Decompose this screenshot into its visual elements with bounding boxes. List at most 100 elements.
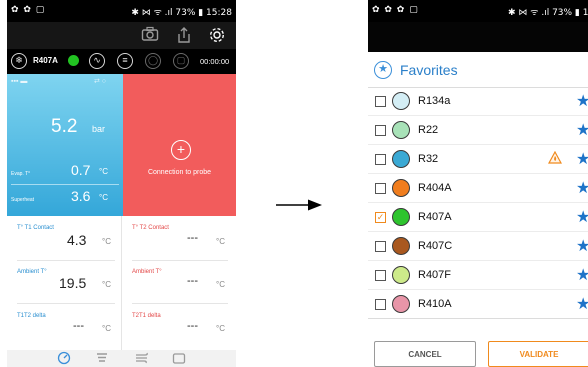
link-icon: ⇄ ○ (94, 78, 107, 85)
favorite-star-icon[interactable]: ★ (576, 236, 588, 256)
refrigerant-row[interactable]: ✓ R407A ★ (368, 203, 588, 232)
pressure-panel[interactable]: ▪▪▪ ▬ ⇄ ○ 5.2 bar Evap. T° 0.7 °C Superh… (7, 74, 123, 216)
refrigerant-color-swatch (392, 295, 410, 313)
refrigerant-name: R410A (418, 298, 452, 310)
right-arrow-icon (276, 199, 322, 211)
status-left-icons: ✿ ✿ ▢ (11, 5, 46, 15)
ambient-right-label: Ambient T° (132, 269, 162, 275)
panel-divider (11, 184, 119, 185)
refrigerant-checkbox[interactable] (375, 125, 386, 136)
status-right-text: ✱ ⋈ ᯤ .ıl 73% ▮ 15:28 (131, 8, 232, 18)
refrigerant-checkbox[interactable] (375, 299, 386, 310)
ring-icon[interactable]: ◯ (145, 53, 161, 69)
refrigerant-color-swatch (392, 237, 410, 255)
superheat-value: 3.6 (71, 188, 91, 204)
row-divider (17, 260, 115, 261)
settings-icon[interactable] (207, 25, 225, 50)
evap-unit: °C (99, 167, 108, 176)
status-bar: ✿ ✿ ✿ ▢ ✱ ⋈ ᯤ .ıl 73% ▮ 16:0 (368, 0, 588, 22)
t1t2-delta-label: T1T2 delta (17, 313, 46, 319)
t2t1-delta-value: --- (187, 320, 198, 332)
superheat-unit: °C (99, 193, 108, 202)
t2-contact-value: --- (187, 232, 198, 244)
t2t1-delta-unit: °C (216, 324, 225, 333)
refrigerant-color-swatch (392, 266, 410, 284)
superheat-label: Superheat (11, 197, 35, 203)
refrigerant-name[interactable]: R407A (33, 56, 58, 65)
wave-icon[interactable]: ∿ (89, 53, 105, 69)
refrigerant-name: R32 (418, 153, 439, 165)
layers-icon[interactable] (95, 351, 109, 367)
favorite-star-icon[interactable]: ★ (576, 207, 588, 227)
refrigerant-name: R404A (418, 182, 452, 194)
readings-area: T° T1 Contact 4.3 °C T° T2 Contact --- °… (7, 216, 236, 350)
ambient-right-value: --- (187, 275, 198, 287)
favorite-star-icon[interactable]: ★ (576, 178, 588, 198)
refrigerant-checkbox[interactable] (375, 270, 386, 281)
status-left-icons: ✿ ✿ ✿ ▢ (372, 5, 419, 15)
t1-contact-value: 4.3 (67, 232, 87, 248)
favorite-star-icon[interactable]: ★ (576, 265, 588, 285)
refrigerant-color-swatch (392, 121, 410, 139)
favorites-star-icon: ★ (374, 61, 392, 79)
refrigerant-row[interactable]: R32 ★ (368, 145, 588, 174)
refrigerant-name: R407F (418, 269, 452, 281)
refrigerant-row[interactable]: R407F ★ (368, 261, 588, 290)
evap-label: Evap. T° (11, 171, 31, 177)
refrigerant-color-swatch (392, 208, 410, 226)
refrigerant-checkbox[interactable] (375, 183, 386, 194)
status-bar: ✿ ✿ ▢ ✱ ⋈ ᯤ .ıl 73% ▮ 15:28 (7, 0, 236, 22)
refrigerant-name: R407C (418, 240, 453, 252)
ambient-right-unit: °C (216, 280, 225, 289)
t2-contact-label: T° T2 Contact (132, 225, 169, 231)
status-right-text: ✱ ⋈ ᯤ .ıl 73% ▮ 16:0 (508, 8, 588, 18)
favorite-star-icon[interactable]: ★ (576, 91, 588, 111)
timer: 00:00:00 (200, 57, 230, 66)
refrigerant-bar: ❄ R407A ∿ ≡ ◯ ▢ 00:00:00 (7, 49, 236, 74)
add-probe-icon[interactable]: + (171, 140, 191, 160)
refrigerant-name: R134a (418, 95, 451, 107)
airflow-icon[interactable] (135, 351, 149, 367)
favorite-star-icon[interactable]: ★ (576, 294, 588, 314)
validate-button[interactable]: VALIDATE (488, 341, 588, 367)
refrigerant-row[interactable]: R407C ★ (368, 232, 588, 261)
snowflake-icon[interactable]: ❄ (11, 53, 27, 69)
square-icon[interactable]: ▢ (173, 53, 189, 69)
share-icon[interactable] (175, 26, 193, 49)
probe-panel[interactable]: + Connection to probe (123, 74, 236, 216)
refrigerant-checkbox[interactable] (375, 154, 386, 165)
pressure-value: 5.2 (51, 116, 78, 137)
refrigerant-row[interactable]: R134a ★ (368, 87, 588, 116)
refrigerant-color-dot (68, 55, 79, 66)
refrigerant-color-swatch (392, 92, 410, 110)
refrigerant-checkbox[interactable]: ✓ (375, 212, 386, 223)
refrigerant-name: R407A (418, 211, 452, 223)
list-icon[interactable]: ≡ (117, 53, 133, 69)
refrigerant-row[interactable]: R410A ★ (368, 290, 588, 319)
camera-icon[interactable] (141, 26, 159, 47)
footer-divider (368, 318, 588, 319)
refrigerant-row[interactable]: R404A ★ (368, 174, 588, 203)
t2t1-delta-label: T2T1 delta (132, 313, 161, 319)
favorite-star-icon[interactable]: ★ (576, 149, 588, 169)
t1t2-delta-value: --- (73, 320, 84, 332)
cancel-button[interactable]: CANCEL (374, 341, 476, 367)
favorites-header: ★ Favorites (368, 52, 588, 88)
column-divider (121, 216, 122, 350)
app-top-area (368, 22, 588, 52)
gauge-icon[interactable] (57, 351, 71, 367)
row-divider (17, 303, 115, 304)
ambient-left-value: 19.5 (59, 275, 87, 291)
bottom-nav (7, 350, 236, 367)
refrigerant-row[interactable]: R22 ★ (368, 116, 588, 145)
top-toolbar (7, 22, 236, 49)
ambient-left-unit: °C (102, 280, 111, 289)
refrigerant-checkbox[interactable] (375, 96, 386, 107)
t2-contact-unit: °C (216, 237, 225, 246)
favorite-star-icon[interactable]: ★ (576, 120, 588, 140)
evap-value: 0.7 (71, 162, 91, 178)
ambient-left-label: Ambient T° (17, 269, 47, 275)
t1t2-delta-unit: °C (102, 324, 111, 333)
folder-icon[interactable] (172, 351, 186, 367)
refrigerant-checkbox[interactable] (375, 241, 386, 252)
